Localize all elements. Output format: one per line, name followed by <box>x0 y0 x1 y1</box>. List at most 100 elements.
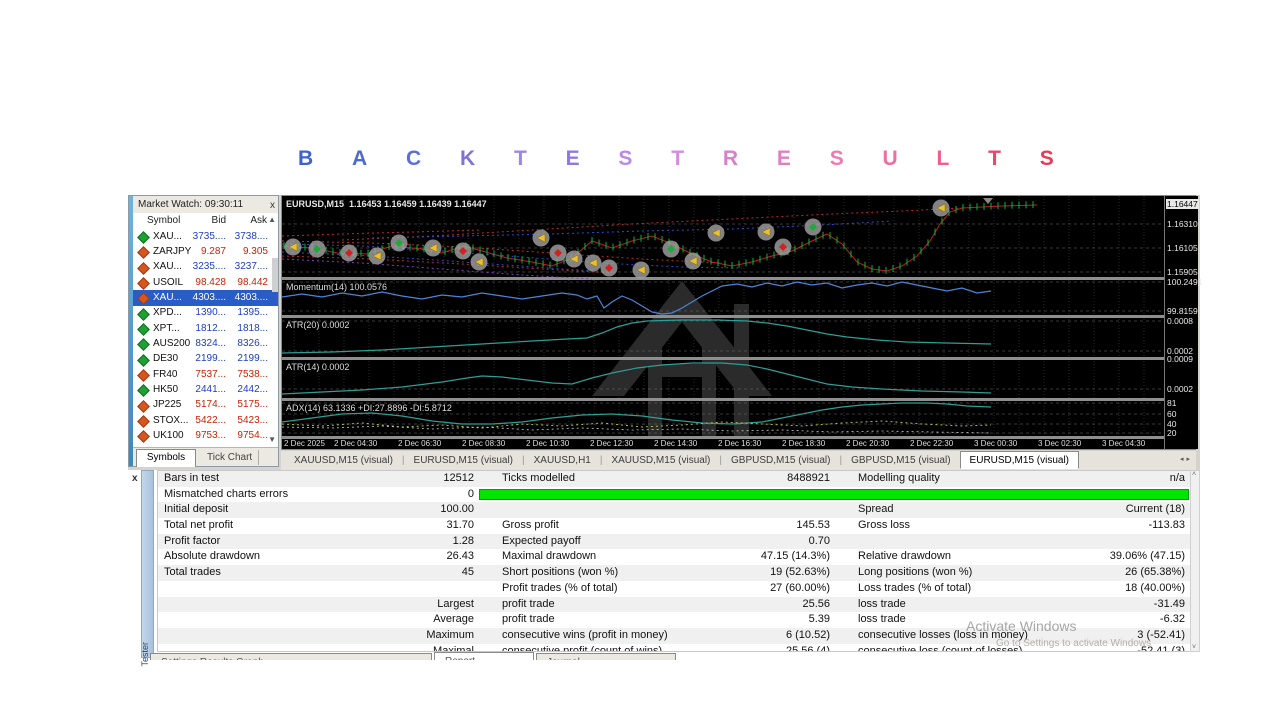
up-arrow-icon <box>137 307 150 321</box>
column-symbol[interactable]: Symbol <box>147 215 180 226</box>
scroll-down-icon[interactable]: ▼ <box>268 435 276 444</box>
report-value: 26.43 <box>446 550 474 563</box>
bid-value: 9753... <box>195 429 226 441</box>
ask-value: 98.442 <box>237 276 268 288</box>
scroll-up-icon[interactable]: ▲ <box>268 215 276 224</box>
chart-tab[interactable]: XAUUSD,H1 <box>525 452 600 468</box>
chart-tab[interactable]: GBPUSD,M15 (visual) <box>722 452 839 468</box>
symbol-name: XAU... <box>153 230 182 242</box>
tester-tab[interactable]: Journal <box>536 653 676 660</box>
report-label: Maximal drawdown <box>502 550 597 563</box>
ask-value: 2199... <box>237 353 268 365</box>
price-label: 60 <box>1167 409 1177 419</box>
report-value: 25.56 (4) <box>785 644 830 652</box>
close-icon[interactable]: x <box>132 473 138 484</box>
report-label: Short positions (won %) <box>502 566 619 579</box>
report-value: Current (18) <box>1125 503 1185 516</box>
report-label: Profit trades (% of total) <box>502 581 618 594</box>
column-ask[interactable]: Ask <box>227 215 267 226</box>
market-watch-row[interactable]: JP225 5174... 5175... <box>133 397 278 414</box>
report-value: -113.83 <box>1148 519 1186 532</box>
bid-value: 1812... <box>195 322 226 334</box>
tester-report-row: Initial deposit 100.00 Spread Current (18) <box>158 502 1190 519</box>
close-icon[interactable]: x <box>270 197 275 214</box>
chart-tab[interactable]: EURUSD,M15 (visual) <box>405 452 522 468</box>
report-value: 26 (65.38%) <box>1125 566 1185 579</box>
market-watch-row[interactable]: ZARJPY 9.287 9.305 <box>133 244 278 260</box>
chart-tab[interactable]: GBPUSD,M15 (visual) <box>842 452 959 468</box>
market-watch-title-text: Market Watch: 09:30:11 <box>138 199 244 210</box>
tester-tab[interactable]: Report <box>434 652 534 660</box>
ask-value: 5423... <box>237 414 268 426</box>
report-label: loss trade <box>858 597 906 610</box>
chart-tab[interactable]: XAUUSD,M15 (visual) <box>285 452 402 468</box>
time-label: 3 Dec 04:30 <box>1102 439 1146 448</box>
market-watch-row[interactable]: XAU... 4303.... 4303.... <box>133 290 278 306</box>
symbol-name: DE30 <box>153 353 179 365</box>
report-label: profit trade <box>502 613 555 626</box>
chart-tab[interactable]: XAUUSD,M15 (visual) <box>602 452 719 468</box>
bid-value: 2441... <box>195 383 226 395</box>
market-watch-row[interactable]: XAU... 3235.... 3237.... <box>133 259 278 276</box>
down-arrow-icon <box>137 399 150 413</box>
market-watch-row[interactable]: USOIL 98.428 98.442 <box>133 275 278 291</box>
report-label: Profit factor <box>164 534 221 547</box>
ask-value: 3237.... <box>234 261 268 273</box>
title-letter: U <box>882 147 898 170</box>
symbol-name: HK50 <box>153 383 179 395</box>
ask-value: 1818... <box>237 322 268 334</box>
symbol-name: XAU... <box>153 291 182 303</box>
market-watch-rows: XAU... 3735.... 3738.... ZARJPY 9.287 9.305 XA… <box>133 229 278 444</box>
chart-tab[interactable]: EURUSD,M15 (visual) <box>959 451 1080 469</box>
momentum-label: Momentum(14) 100.0576 <box>286 282 388 292</box>
report-label: Total trades <box>164 566 221 579</box>
up-arrow-icon <box>137 384 150 398</box>
market-watch-row[interactable]: XPT... 1812... 1818... <box>133 321 278 337</box>
bid-value: 8324... <box>195 337 226 349</box>
down-arrow-icon <box>137 292 150 306</box>
bid-value: 2199... <box>195 353 226 365</box>
tester-tab[interactable]: Settings Results Graph <box>150 653 432 660</box>
market-watch-row[interactable]: HK50 2441... 2442... <box>133 382 278 398</box>
report-value: Maximum <box>426 628 474 641</box>
market-watch-row[interactable]: AUS200 8324... 8326... <box>133 336 278 352</box>
tab-symbols[interactable]: Symbols <box>136 449 196 467</box>
time-label: 2 Dec 20:30 <box>846 439 890 448</box>
price-label: 1.16447 <box>1166 199 1199 209</box>
time-label: 2 Dec 08:30 <box>462 439 506 448</box>
time-label: 2 Dec 14:30 <box>654 439 698 448</box>
price-label: 20 <box>1167 428 1177 438</box>
report-label: Modelling quality <box>858 472 940 484</box>
symbol-name: JP225 <box>153 399 182 411</box>
price-label: 0.0009 <box>1167 354 1193 364</box>
market-watch-row[interactable]: STOX... 5422... 5423... <box>133 413 278 429</box>
market-watch-row[interactable]: DE30 2199... 2199... <box>133 351 278 368</box>
market-watch-row[interactable]: XAU... 3735.... 3738.... <box>133 229 278 245</box>
market-watch-title: Market Watch: 09:30:11 x <box>133 196 278 214</box>
report-value: 27 (60.00%) <box>770 581 830 594</box>
tester-scrollbar[interactable]: ˄ ˅ <box>1190 470 1200 652</box>
report-value: Average <box>433 613 474 626</box>
column-bid[interactable]: Bid <box>181 215 226 226</box>
chart-window[interactable]: EURUSD,M15 1.16453 1.16459 1.16439 1.164… <box>281 195 1202 450</box>
report-value: 0.70 <box>808 534 830 547</box>
tab-nav-arrows-icon[interactable]: ◂▸ <box>1180 455 1193 463</box>
report-label: Mismatched charts errors <box>164 487 289 500</box>
scrollbar-thumb[interactable] <box>272 258 278 292</box>
report-label: Gross profit <box>502 519 559 532</box>
market-watch-row[interactable]: FR40 7537... 7538... <box>133 367 278 383</box>
market-watch-row[interactable]: XPD... 1390... 1395... <box>133 305 278 322</box>
market-watch-row[interactable]: UK100 9753... 9754... <box>133 428 278 444</box>
tester-report-row: Total trades 45 Short positions (won %) 19 … <box>158 565 1190 581</box>
report-label: consecutive profit (count of wins) <box>502 644 663 652</box>
time-label: 2 Dec 06:30 <box>398 439 442 448</box>
scroll-down-icon[interactable]: ˅ <box>1192 644 1196 651</box>
up-arrow-icon <box>137 231 150 244</box>
adx-label: ADX(14) 63.1336 +DI:27.8896 -DI:5.8712 <box>286 403 452 413</box>
activate-windows-subtext: Go to Settings to activate Windows <box>996 638 1152 649</box>
tab-tick-chart[interactable]: Tick Chart <box>201 450 260 465</box>
bid-value: 4303.... <box>192 291 226 303</box>
up-arrow-icon <box>137 353 150 367</box>
title-letter: B <box>298 147 314 170</box>
scroll-up-icon[interactable]: ˄ <box>1192 471 1196 478</box>
